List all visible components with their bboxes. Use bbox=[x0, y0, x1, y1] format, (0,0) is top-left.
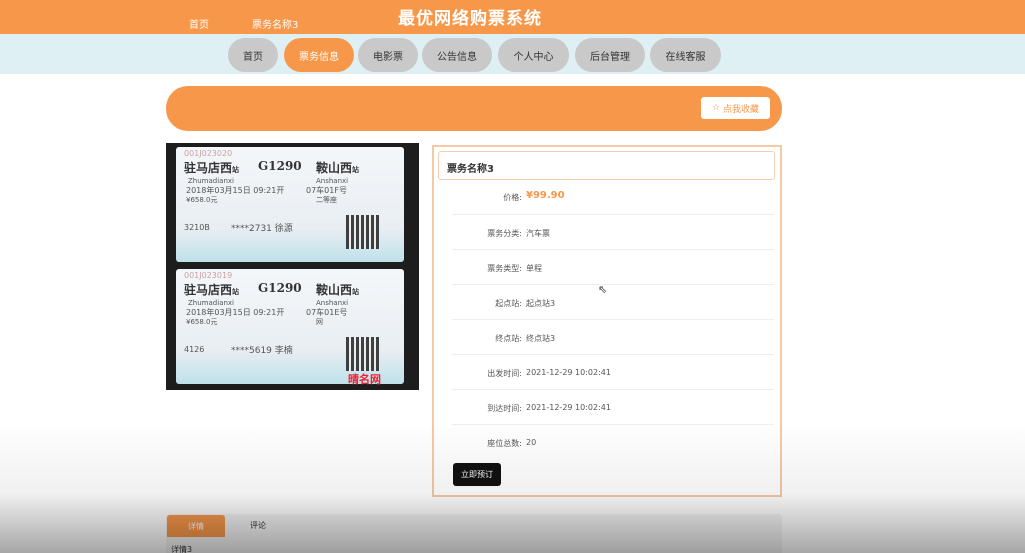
mouse-cursor-icon: ⇖ bbox=[598, 283, 608, 296]
ticket-number: 001J023020 bbox=[184, 149, 233, 158]
ticket-number: 001J023019 bbox=[184, 271, 233, 280]
ticket-to-station: 鞍山西站 bbox=[316, 283, 360, 297]
ticket-price: ¥658.0元 bbox=[186, 196, 218, 204]
row-divider bbox=[452, 354, 774, 355]
end-station-value: 终点站3 bbox=[526, 334, 556, 343]
nav-item-online-service[interactable]: 在线客服 bbox=[650, 38, 721, 72]
row-divider bbox=[452, 424, 774, 425]
nav-item-movie-tickets[interactable]: 电影票 bbox=[358, 38, 418, 72]
ticket-to-pinyin: Anshanxi bbox=[316, 299, 349, 307]
ticket-price: ¥658.0元 bbox=[186, 318, 218, 326]
star-outline-icon: ☆ bbox=[711, 103, 721, 113]
row-divider bbox=[452, 214, 774, 215]
row-divider bbox=[452, 284, 774, 285]
nav-item-ticket-info[interactable]: 票务信息 bbox=[284, 38, 354, 72]
ticket-to-pinyin: Anshanxi bbox=[316, 177, 349, 185]
qr-code-icon bbox=[346, 337, 380, 371]
row-divider bbox=[452, 319, 774, 320]
book-now-button[interactable]: 立即预订 bbox=[453, 463, 501, 486]
detail-title: 票务名称3 bbox=[447, 164, 494, 175]
nav-item-personal-center[interactable]: 个人中心 bbox=[498, 38, 569, 72]
favorite-button-label: 点我收藏 bbox=[723, 104, 760, 115]
row-divider bbox=[452, 249, 774, 250]
start-station-label: 起点站: bbox=[495, 299, 522, 308]
ticket-card: 001J023019 驻马店西站 G1290 鞍山西站 Zhumadianxi … bbox=[176, 269, 404, 384]
tab-details[interactable]: 详情 bbox=[167, 515, 225, 537]
breadcrumb-current: 票务名称3 bbox=[252, 20, 299, 31]
ticket-train-number: G1290 bbox=[258, 281, 302, 295]
departure-time-label: 出发时间: bbox=[487, 369, 522, 378]
seat-total-label: 座位总数: bbox=[487, 439, 522, 448]
row-divider bbox=[452, 389, 774, 390]
ticket-id-mask: ****2731 徐源 bbox=[231, 224, 293, 234]
arrival-time-label: 到达时间: bbox=[487, 404, 522, 413]
ticket-card: 001J023020 驻马店西站 G1290 鞍山西站 Zhumadianxi … bbox=[176, 147, 404, 262]
price-value: ¥99.90 bbox=[526, 190, 565, 201]
breadcrumb bbox=[166, 86, 782, 131]
ticket-to-station: 鞍山西站 bbox=[316, 161, 360, 175]
tab-comments[interactable]: 评论 bbox=[250, 520, 266, 531]
departure-time-value: 2021-12-29 10:02:41 bbox=[526, 368, 611, 377]
end-station-label: 终点站: bbox=[495, 334, 522, 343]
site-title: 最优网络购票系统 bbox=[398, 9, 542, 29]
ticket-image: 001J023020 驻马店西站 G1290 鞍山西站 Zhumadianxi … bbox=[166, 143, 419, 390]
arrival-time-value: 2021-12-29 10:02:41 bbox=[526, 403, 611, 412]
ticket-category-value: 汽车票 bbox=[526, 229, 550, 238]
nav-item-admin[interactable]: 后台管理 bbox=[575, 38, 645, 72]
image-watermark: 晴名网 bbox=[348, 373, 381, 386]
ticket-from-pinyin: Zhumadianxi bbox=[188, 177, 234, 185]
ticket-type-label: 票务类型: bbox=[487, 264, 522, 273]
ticket-from-station: 驻马店西站 bbox=[184, 283, 240, 297]
nav-item-home[interactable]: 首页 bbox=[228, 38, 278, 72]
ticket-from-station: 驻马店西站 bbox=[184, 161, 240, 175]
ticket-seat: 07车01E号 bbox=[306, 308, 348, 317]
ticket-from-pinyin: Zhumadianxi bbox=[188, 299, 234, 307]
nav-item-announcements[interactable]: 公告信息 bbox=[422, 38, 492, 72]
ticket-serial: 4126 bbox=[184, 345, 205, 354]
seat-total-value: 20 bbox=[526, 438, 537, 447]
breadcrumb-home[interactable]: 首页 bbox=[189, 16, 209, 31]
favorite-button[interactable]: ☆ 点我收藏 bbox=[701, 97, 770, 119]
ticket-type-value: 单程 bbox=[526, 264, 542, 273]
price-label: 价格: bbox=[503, 193, 522, 202]
ticket-serial: 3210B bbox=[184, 223, 210, 232]
ticket-train-number: G1290 bbox=[258, 159, 302, 173]
ticket-seat-class: 二等座 bbox=[316, 196, 337, 204]
start-station-value: 起点站3 bbox=[526, 299, 556, 308]
ticket-id-mask: ****5619 李楠 bbox=[231, 346, 293, 356]
ticket-seat-class: 网 bbox=[316, 318, 323, 326]
ticket-category-label: 票务分类: bbox=[487, 229, 522, 238]
details-content: 详情3 bbox=[171, 545, 193, 553]
qr-code-icon bbox=[346, 215, 380, 249]
